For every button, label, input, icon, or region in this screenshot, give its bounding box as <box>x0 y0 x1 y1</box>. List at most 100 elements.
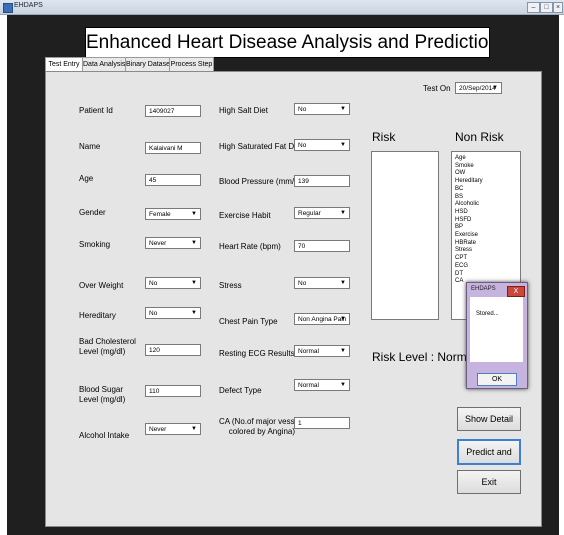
bad-cholesterol-label: Bad Cholesterol Level (mg/dl) <box>79 337 136 357</box>
chevron-down-icon: ▼ <box>340 106 346 112</box>
close-icon[interactable]: × <box>553 2 563 13</box>
blood-sugar-label: Blood Sugar Level (mg/dl) <box>79 385 125 405</box>
list-item[interactable]: Hereditary <box>455 178 515 186</box>
chevron-down-icon: ▼ <box>340 382 346 388</box>
high-sat-fat-diet-select[interactable]: No ▼ <box>294 139 350 151</box>
window-titlebar <box>0 0 564 15</box>
chevron-down-icon: ▼ <box>191 280 197 286</box>
app-icon <box>3 3 13 13</box>
risk-heading: Risk <box>372 130 396 144</box>
list-item[interactable]: ECG <box>455 263 515 271</box>
chest-pain-type-label: Chest Pain Type <box>219 317 278 326</box>
chevron-down-icon: ▼ <box>191 426 197 432</box>
age-label: Age <box>79 174 94 183</box>
over-weight-label: Over Weight <box>79 281 124 290</box>
test-on-value: 20/Sep/2014 <box>459 85 496 92</box>
predict-and-store-button[interactable]: Predict and Store <box>457 439 521 479</box>
dialog-body: Stored... <box>470 297 523 362</box>
name-label: Name <box>79 142 101 151</box>
name-input[interactable]: Kalaivani M <box>145 142 201 154</box>
ca-vessels-label-line1: CA (No.of major vessals <box>219 417 305 426</box>
smoking-label: Smoking <box>79 240 111 249</box>
minimize-icon[interactable]: – <box>527 2 540 13</box>
gender-label: Gender <box>79 208 106 217</box>
dialog-close-button[interactable]: X <box>507 286 525 297</box>
test-on-date-picker[interactable]: 20/Sep/2014 ▼ <box>455 82 502 94</box>
alcohol-intake-select[interactable]: Never ▼ <box>145 423 201 435</box>
non-risk-heading: Non Risk <box>455 130 504 144</box>
blood-pressure-input[interactable]: 139 <box>294 175 350 187</box>
exercise-habit-select[interactable]: Regular ▼ <box>294 207 350 219</box>
stress-value: No <box>298 280 307 287</box>
dialog-title: EHDAPS <box>471 286 496 292</box>
list-item[interactable]: CPT <box>455 255 515 263</box>
list-item[interactable]: HSD <box>455 209 515 217</box>
stress-select[interactable]: No ▼ <box>294 277 350 289</box>
chevron-down-icon: ▼ <box>191 310 197 316</box>
list-item[interactable]: OW <box>455 170 515 178</box>
chevron-down-icon: ▼ <box>340 280 346 286</box>
list-item[interactable]: Alcoholic <box>455 201 515 209</box>
list-item[interactable]: DT <box>455 271 515 279</box>
defect-type-select[interactable]: Normal ▼ <box>294 379 350 391</box>
blood-sugar-label-line1: Blood Sugar <box>79 385 124 394</box>
list-item[interactable]: Exercise <box>455 232 515 240</box>
dialog-ok-button[interactable]: OK <box>477 373 517 386</box>
ca-vessels-input[interactable]: 1 <box>294 417 350 429</box>
bad-cholesterol-input[interactable]: 120 <box>145 344 201 356</box>
hereditary-value: No <box>149 310 158 317</box>
chevron-down-icon: ▼ <box>340 210 346 216</box>
over-weight-value: No <box>149 280 158 287</box>
high-sat-fat-diet-value: No <box>298 142 307 149</box>
exercise-habit-value: Regular <box>298 210 321 217</box>
tab-binary-dataset[interactable]: Binary Dataset <box>125 57 172 72</box>
list-item[interactable]: BC <box>455 186 515 194</box>
smoking-value: Never <box>149 240 167 247</box>
blood-sugar-label-line2: Level (mg/dl) <box>79 395 126 404</box>
age-input[interactable]: 45 <box>145 174 201 186</box>
list-item[interactable]: BS <box>455 194 515 202</box>
high-salt-diet-select[interactable]: No ▼ <box>294 103 350 115</box>
chevron-down-icon: ▼ <box>191 211 197 217</box>
alcohol-intake-value: Never <box>149 426 167 433</box>
gender-select[interactable]: Female ▼ <box>145 208 201 220</box>
window-title: EHDAPS <box>14 2 43 9</box>
list-item[interactable]: BP <box>455 224 515 232</box>
high-salt-diet-value: No <box>298 106 307 113</box>
bad-cholesterol-label-line2: Level (mg/dl) <box>79 347 126 356</box>
hereditary-select[interactable]: No ▼ <box>145 307 201 319</box>
heart-rate-input[interactable]: 70 <box>294 240 350 252</box>
list-item[interactable]: HBRate <box>455 240 515 248</box>
gender-value: Female <box>149 211 171 218</box>
message-dialog: EHDAPS X Stored... OK <box>466 282 528 389</box>
chevron-down-icon: ▼ <box>340 142 346 148</box>
bad-cholesterol-label-line1: Bad Cholesterol <box>79 337 136 346</box>
tab-process-step[interactable]: Process Step <box>169 57 214 72</box>
tab-data-analysis[interactable]: Data Analysis <box>82 57 126 72</box>
chevron-down-icon: ▼ <box>191 240 197 246</box>
resting-ecg-select[interactable]: Normal ▼ <box>294 345 350 357</box>
high-salt-diet-label: High Salt Diet <box>219 106 268 115</box>
patient-id-label: Patient Id <box>79 106 113 115</box>
exit-button[interactable]: Exit <box>457 470 521 494</box>
chevron-down-icon: ▼ <box>340 316 346 322</box>
resting-ecg-label: Resting ECG Results <box>219 349 295 358</box>
chest-pain-type-select[interactable]: Non Angina Pain ▼ <box>294 313 350 325</box>
hereditary-label: Hereditary <box>79 311 116 320</box>
list-item[interactable]: Age <box>455 155 515 163</box>
smoking-select[interactable]: Never ▼ <box>145 237 201 249</box>
list-item[interactable]: Smoke <box>455 163 515 171</box>
maximize-icon[interactable]: □ <box>540 2 553 13</box>
list-item[interactable]: Stress <box>455 247 515 255</box>
defect-type-label: Defect Type <box>219 386 262 395</box>
heart-rate-label: Heart Rate (bpm) <box>219 242 281 251</box>
non-risk-items: Age Smoke OW Hereditary BC BS Alcoholic … <box>455 155 515 286</box>
blood-sugar-input[interactable]: 110 <box>145 385 201 397</box>
app-banner-title: Enhanced Heart Disease Analysis and Pred… <box>85 27 490 58</box>
alcohol-intake-label: Alcohol Intake <box>79 431 130 440</box>
over-weight-select[interactable]: No ▼ <box>145 277 201 289</box>
patient-id-input[interactable]: 1409027 <box>145 105 201 117</box>
show-detail-button[interactable]: Show Detail <box>457 407 521 431</box>
list-item[interactable]: HSFD <box>455 217 515 225</box>
high-sat-fat-diet-label: High Saturated Fat Diet <box>219 142 303 151</box>
